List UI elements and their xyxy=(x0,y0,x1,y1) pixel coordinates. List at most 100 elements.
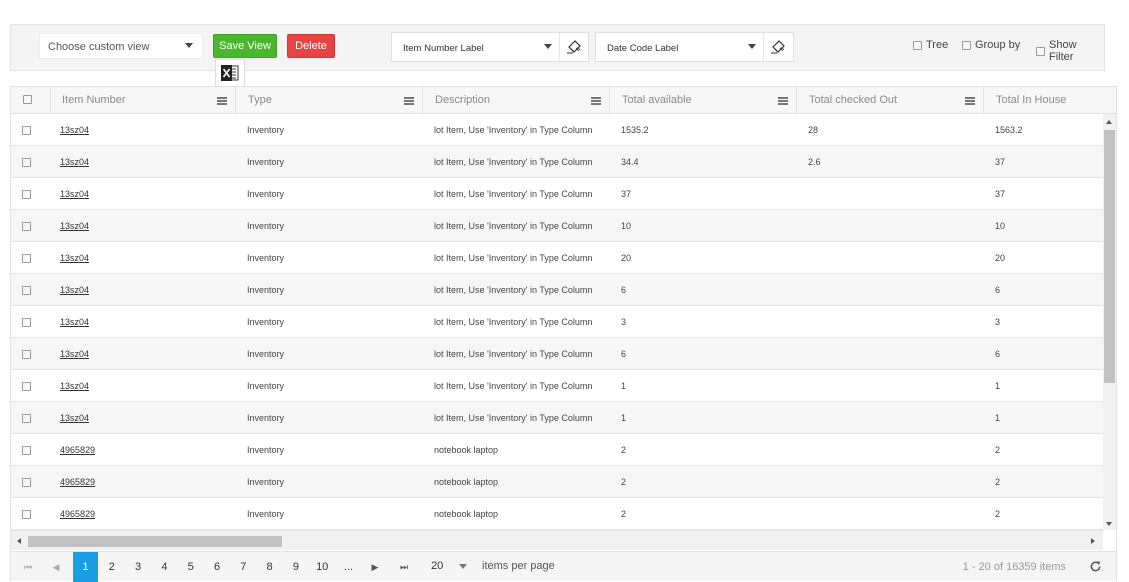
table-row[interactable]: 13sz04 Inventory lot Item, Use 'Inventory'… xyxy=(11,114,1103,146)
column-header-total-checked-out[interactable]: Total checked Out xyxy=(797,87,984,113)
clear-eraser-icon[interactable] xyxy=(769,38,787,56)
refresh-icon[interactable] xyxy=(1089,560,1102,573)
last-page-icon[interactable]: ⏭ xyxy=(397,552,411,582)
page-link[interactable]: 7 xyxy=(231,552,256,582)
item-number-link[interactable]: 13sz04 xyxy=(60,381,89,391)
item-number-label-combo[interactable]: Item Number Label xyxy=(391,32,589,62)
total-available-cell: 1 xyxy=(621,413,627,423)
save-view-button[interactable]: Save View xyxy=(213,34,277,58)
column-header-item-number[interactable]: Item Number xyxy=(51,87,236,113)
item-number-link[interactable]: 13sz04 xyxy=(60,125,89,135)
group-by-checkbox[interactable] xyxy=(962,40,971,50)
row-checkbox[interactable] xyxy=(22,190,31,199)
show-filter-toggle[interactable]: Show Filter xyxy=(1036,39,1104,63)
item-number-link[interactable]: 13sz04 xyxy=(60,221,89,231)
page-link[interactable]: 10 xyxy=(310,552,335,582)
row-checkbox[interactable] xyxy=(22,478,31,487)
column-label: Total In House xyxy=(996,94,1067,106)
page-link[interactable]: 2 xyxy=(99,552,124,582)
page-ellipsis[interactable]: ... xyxy=(336,552,361,582)
horizontal-scroll-thumb[interactable] xyxy=(28,536,282,547)
delete-button[interactable]: Delete xyxy=(287,34,335,58)
row-checkbox[interactable] xyxy=(22,446,31,455)
tree-toggle[interactable]: Tree xyxy=(913,39,948,51)
row-checkbox[interactable] xyxy=(22,510,31,519)
page-link[interactable]: 1 xyxy=(73,552,98,582)
group-by-toggle[interactable]: Group by xyxy=(962,39,1020,51)
row-checkbox[interactable] xyxy=(22,126,31,135)
table-row[interactable]: 13sz04 Inventory lot Item, Use 'Inventory'… xyxy=(11,178,1103,210)
item-number-link[interactable]: 13sz04 xyxy=(60,317,89,327)
excel-export-icon[interactable] xyxy=(215,59,245,87)
page-link[interactable]: 4 xyxy=(152,552,177,582)
table-row[interactable]: 13sz04 Inventory lot Item, Use 'Inventory'… xyxy=(11,242,1103,274)
table-row[interactable]: 13sz04 Inventory lot Item, Use 'Inventory'… xyxy=(11,306,1103,338)
select-all-cell xyxy=(11,87,51,113)
vertical-scroll-thumb[interactable] xyxy=(1104,130,1115,383)
chevron-down-icon[interactable] xyxy=(544,44,552,49)
page-link[interactable]: 3 xyxy=(126,552,151,582)
custom-view-dropdown[interactable]: Choose custom view xyxy=(39,33,203,59)
page-link[interactable]: 6 xyxy=(205,552,230,582)
item-number-link[interactable]: 13sz04 xyxy=(60,349,89,359)
total-available-cell: 37 xyxy=(621,189,632,199)
chevron-down-icon[interactable] xyxy=(459,564,467,569)
row-checkbox[interactable] xyxy=(22,222,31,231)
page-link[interactable]: 9 xyxy=(283,552,308,582)
row-checkbox[interactable] xyxy=(22,254,31,263)
first-page-icon[interactable]: ⏮ xyxy=(21,552,35,582)
scroll-down-icon[interactable] xyxy=(1106,522,1112,526)
item-number-link[interactable]: 4965829 xyxy=(60,445,95,455)
item-number-link[interactable]: 13sz04 xyxy=(60,413,89,423)
table-row[interactable]: 13sz04 Inventory lot Item, Use 'Inventory'… xyxy=(11,146,1103,178)
table-row[interactable]: 13sz04 Inventory lot Item, Use 'Inventory'… xyxy=(11,370,1103,402)
next-page-icon[interactable]: ▶ xyxy=(368,552,382,582)
item-number-link[interactable]: 13sz04 xyxy=(60,157,89,167)
column-menu-icon[interactable] xyxy=(778,97,788,105)
table-row[interactable]: 13sz04 Inventory lot Item, Use 'Inventory'… xyxy=(11,210,1103,242)
table-row[interactable]: 4965829 Inventory notebook laptop 2 2 xyxy=(11,434,1103,466)
chevron-down-icon[interactable] xyxy=(185,43,193,48)
column-menu-icon[interactable] xyxy=(591,97,601,105)
item-number-link[interactable]: 4965829 xyxy=(60,477,95,487)
horizontal-scrollbar[interactable] xyxy=(11,530,1103,550)
prev-page-icon[interactable]: ◀ xyxy=(49,552,63,582)
row-checkbox[interactable] xyxy=(22,286,31,295)
table-row[interactable]: 4965829 Inventory notebook laptop 2 2 xyxy=(11,498,1103,530)
show-filter-checkbox[interactable] xyxy=(1036,46,1045,56)
page-link[interactable]: 8 xyxy=(257,552,282,582)
row-checkbox[interactable] xyxy=(22,414,31,423)
date-code-label-combo[interactable]: Date Code Label xyxy=(595,32,794,62)
item-number-link[interactable]: 13sz04 xyxy=(60,189,89,199)
total-available-cell: 6 xyxy=(621,349,627,359)
tree-checkbox[interactable] xyxy=(913,40,922,50)
vertical-scrollbar[interactable] xyxy=(1103,114,1116,530)
select-all-checkbox[interactable] xyxy=(23,95,32,104)
row-checkbox[interactable] xyxy=(22,318,31,327)
item-number-link[interactable]: 13sz04 xyxy=(60,285,89,295)
column-header-total-available[interactable]: Total available xyxy=(610,87,797,113)
column-header-description[interactable]: Description xyxy=(423,87,610,113)
table-row[interactable]: 13sz04 Inventory lot Item, Use 'Inventory'… xyxy=(11,338,1103,370)
column-header-type[interactable]: Type xyxy=(236,87,423,113)
row-checkbox[interactable] xyxy=(22,350,31,359)
item-number-link[interactable]: 13sz04 xyxy=(60,253,89,263)
scroll-right-icon[interactable] xyxy=(1091,538,1095,544)
table-row[interactable]: 13sz04 Inventory lot Item, Use 'Inventory'… xyxy=(11,402,1103,434)
scroll-up-icon[interactable] xyxy=(1106,120,1112,124)
column-menu-icon[interactable] xyxy=(217,97,227,105)
column-menu-icon[interactable] xyxy=(965,97,975,105)
scroll-left-icon[interactable] xyxy=(17,538,21,544)
page-link[interactable]: 5 xyxy=(178,552,203,582)
clear-eraser-icon[interactable] xyxy=(565,38,583,56)
chevron-down-icon[interactable] xyxy=(748,44,756,49)
item-number-link[interactable]: 4965829 xyxy=(60,509,95,519)
table-row[interactable]: 4965829 Inventory notebook laptop 2 2 xyxy=(11,466,1103,498)
description-cell: lot Item, Use 'Inventory' in Type Column xyxy=(434,381,593,391)
table-row[interactable]: 13sz04 Inventory lot Item, Use 'Inventory'… xyxy=(11,274,1103,306)
column-header-total-in-house[interactable]: Total In House xyxy=(984,87,1102,113)
column-menu-icon[interactable] xyxy=(404,97,414,105)
row-checkbox[interactable] xyxy=(22,382,31,391)
page-size-value[interactable]: 20 xyxy=(431,560,443,572)
row-checkbox[interactable] xyxy=(22,158,31,167)
